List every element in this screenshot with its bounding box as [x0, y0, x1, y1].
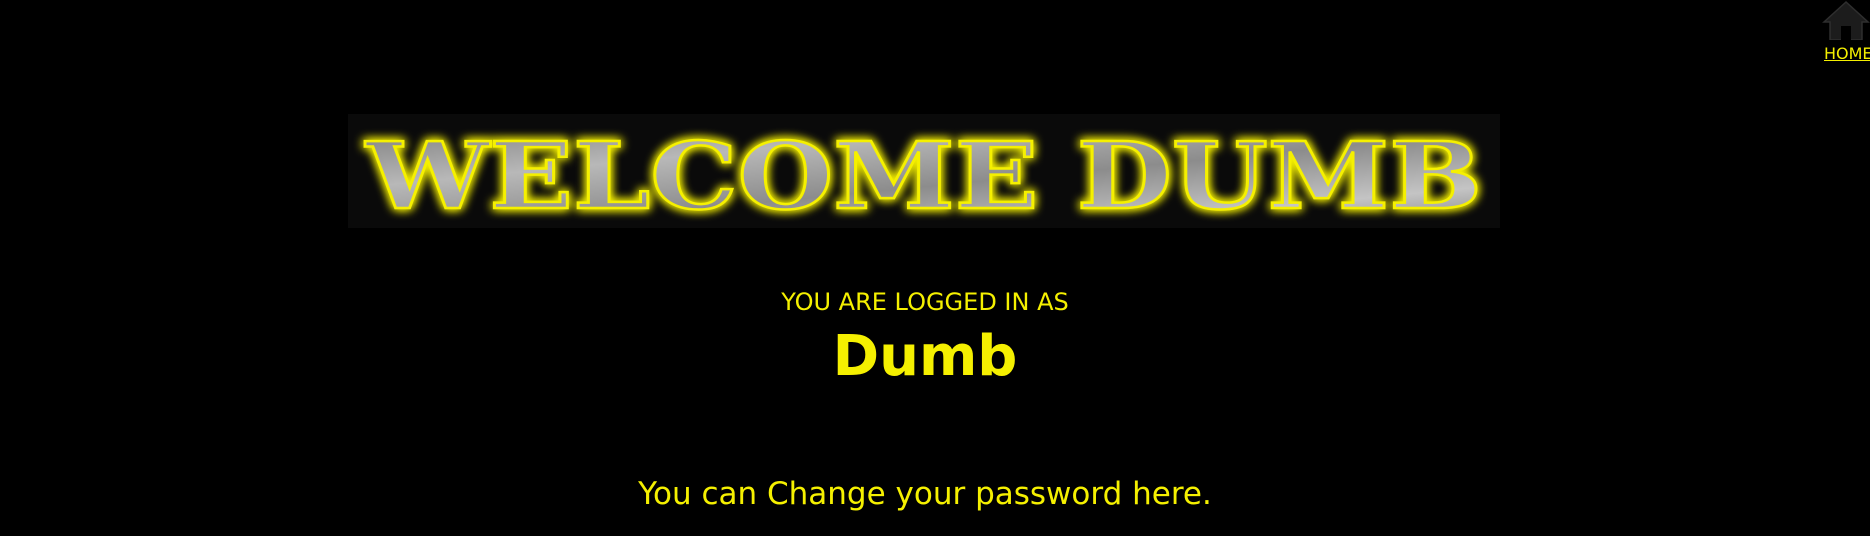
username: Dumb	[832, 324, 1018, 389]
home-label: HOME	[1824, 44, 1870, 63]
welcome-banner: WELCOME DUMB	[348, 114, 1500, 228]
home-link[interactable]: HOME	[1822, 0, 1870, 64]
home-icon	[1822, 0, 1870, 40]
page: HOME WELCOME DUMB YOU ARE LOGGED IN AS D…	[0, 0, 1870, 536]
logged-in-label: YOU ARE LOGGED IN AS	[781, 288, 1069, 316]
change-password-link[interactable]: You can Change your password here.	[0, 476, 1850, 512]
banner-text: WELCOME DUMB	[365, 122, 1482, 228]
